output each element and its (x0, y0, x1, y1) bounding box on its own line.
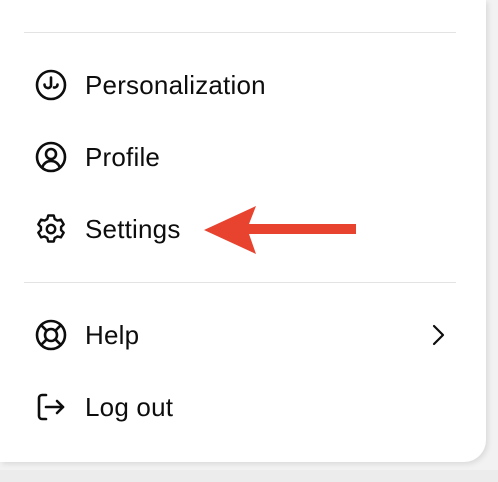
menu-item-label: Help (85, 319, 140, 350)
logout-icon (34, 390, 68, 424)
personalization-icon (34, 68, 68, 102)
menu-item-label: Profile (85, 141, 161, 172)
top-divider (24, 32, 456, 33)
menu-item-personalization[interactable]: Personalization (24, 57, 460, 113)
profile-icon (34, 140, 68, 174)
account-menu-panel: Personalization Profile Settings Help Lo… (0, 0, 486, 462)
menu-item-help[interactable]: Help (24, 307, 460, 363)
menu-item-label: Settings (85, 213, 181, 244)
help-lifebuoy-icon (34, 318, 68, 352)
chevron-right-icon (428, 323, 448, 347)
annotation-arrow-shape (204, 206, 356, 254)
menu-item-logout[interactable]: Log out (24, 379, 460, 435)
gear-icon (34, 212, 68, 246)
annotation-arrow (204, 206, 360, 259)
menu-item-profile[interactable]: Profile (24, 129, 460, 185)
background-strip (0, 470, 498, 482)
menu-item-label: Personalization (85, 69, 266, 100)
middle-divider (24, 282, 456, 283)
menu-item-label: Log out (85, 391, 174, 422)
